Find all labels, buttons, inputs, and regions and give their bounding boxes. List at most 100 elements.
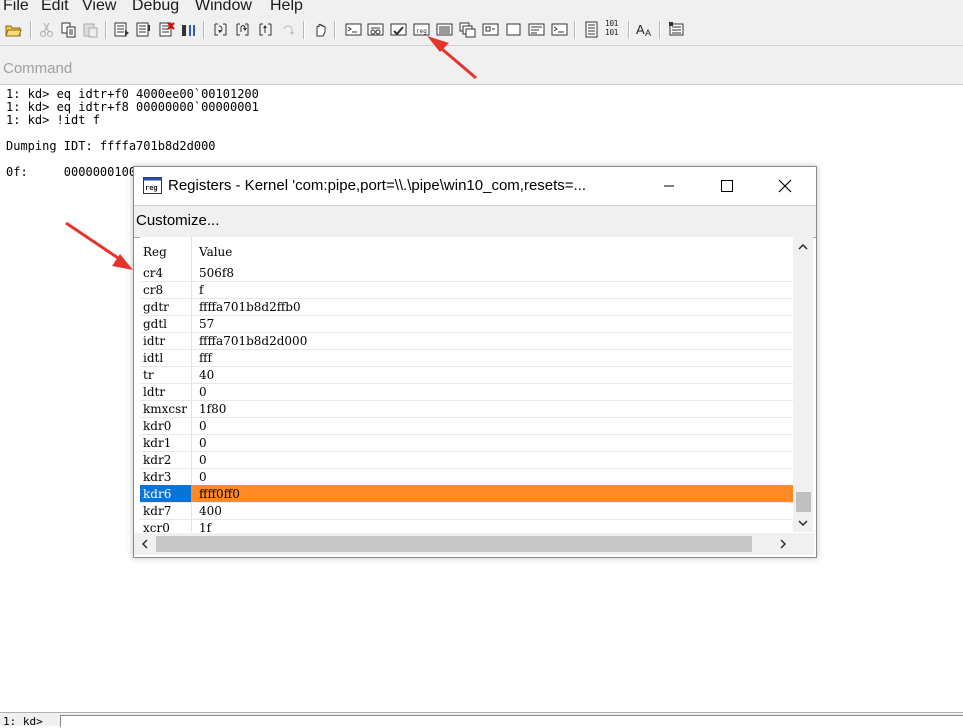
registers-grid[interactable]: Reg Value cr4 506f8 cr8 f gdtr ffffa701b8d2ff… [140, 237, 793, 532]
register-row[interactable]: cr4 506f8 [140, 264, 793, 282]
customize-bar: Customize... [134, 205, 816, 238]
scrollbar-corner [793, 533, 814, 555]
register-row[interactable]: kdr7 400 [140, 502, 793, 520]
registers-title-bar[interactable]: reg Registers - Kernel 'com:pipe,port=\\… [134, 167, 816, 204]
run-to-cursor-icon[interactable] [280, 21, 297, 38]
register-value[interactable]: 1f [199, 521, 211, 532]
register-row[interactable]: idtr ffffa701b8d2d000 [140, 332, 793, 350]
register-value[interactable]: 40 [199, 368, 214, 382]
menu-edit[interactable]: Edit [41, 0, 69, 15]
register-row[interactable]: kdr2 0 [140, 451, 793, 469]
register-row[interactable]: gdtl 57 [140, 315, 793, 333]
register-value[interactable]: 400 [199, 504, 222, 518]
scroll-down-icon[interactable] [793, 514, 813, 532]
register-value[interactable]: 0 [199, 436, 207, 450]
register-row[interactable]: idtl fff [140, 349, 793, 367]
register-name: idtl [143, 351, 164, 365]
register-name: kdr2 [143, 453, 172, 467]
register-row[interactable]: xcr0 1f [140, 519, 793, 532]
output-line: Dumping IDT: ffffa701b8d2d000 [6, 139, 216, 153]
register-row[interactable]: kdr3 0 [140, 468, 793, 486]
cut-icon[interactable] [38, 21, 55, 38]
register-value[interactable]: ffffa701b8d2ffb0 [199, 300, 301, 314]
menu-debug[interactable]: Debug [132, 0, 179, 15]
command-window-icon[interactable] [345, 21, 362, 38]
stop-debugging-icon[interactable] [158, 21, 175, 38]
vertical-scroll-thumb[interactable] [796, 492, 811, 512]
menu-view[interactable]: View [82, 0, 116, 15]
register-value[interactable]: ffff0ff0 [199, 487, 240, 501]
registers-window[interactable]: reg Registers - Kernel 'com:pipe,port=\\… [133, 166, 817, 558]
toolbar: reg 101 101 AA [0, 15, 963, 46]
call-stack-icon[interactable] [459, 21, 476, 38]
register-value[interactable]: f [199, 283, 203, 297]
register-row[interactable]: ldtr 0 [140, 383, 793, 401]
register-name: kdr1 [143, 436, 172, 450]
paste-icon[interactable] [82, 21, 99, 38]
binary-display-text[interactable]: 101 101 [605, 19, 618, 37]
register-value[interactable]: fff [199, 351, 212, 365]
menu-bar: File Edit View Debug Window Help [0, 0, 963, 15]
step-over-icon[interactable] [234, 21, 251, 38]
register-name: kdr7 [143, 504, 172, 518]
register-value[interactable]: 506f8 [199, 266, 234, 280]
register-row[interactable]: kdr1 0 [140, 434, 793, 452]
hex-display-icon[interactable] [583, 21, 600, 38]
command-input[interactable] [60, 715, 963, 727]
options-icon[interactable] [668, 21, 685, 38]
minimize-button[interactable] [640, 167, 698, 204]
close-button[interactable] [756, 167, 814, 204]
register-value[interactable]: 0 [199, 419, 207, 433]
register-name: tr [143, 368, 154, 382]
register-row[interactable]: gdtr ffffa701b8d2ffb0 [140, 298, 793, 316]
open-icon[interactable] [5, 21, 22, 38]
locals-window-icon[interactable] [390, 21, 407, 38]
menu-window[interactable]: Window [195, 0, 252, 15]
menu-help[interactable]: Help [270, 0, 303, 15]
menu-file[interactable]: File [3, 0, 29, 15]
customize-button[interactable]: Customize... [136, 212, 219, 229]
vertical-scrollbar[interactable] [793, 237, 813, 532]
horizontal-scroll-thumb[interactable] [156, 536, 752, 552]
scratch-pad-icon[interactable] [505, 21, 522, 38]
go-icon[interactable] [113, 21, 130, 38]
register-row[interactable]: cr8 f [140, 281, 793, 299]
close-icon [778, 179, 792, 192]
register-name: cr4 [143, 266, 164, 280]
break-icon[interactable] [180, 21, 197, 38]
step-out-icon[interactable] [257, 21, 274, 38]
registers-header-row: Reg Value [140, 240, 793, 261]
restart-icon[interactable] [135, 21, 152, 38]
column-header-reg: Reg [143, 245, 167, 259]
copy-icon[interactable] [60, 21, 77, 38]
register-value[interactable]: 0 [199, 470, 207, 484]
register-row[interactable]: kmxcsr 1f80 [140, 400, 793, 418]
scroll-left-icon[interactable] [134, 533, 154, 555]
register-value[interactable]: 0 [199, 453, 207, 467]
register-value[interactable]: 0 [199, 385, 207, 399]
memory-window-icon[interactable] [436, 21, 453, 38]
disassembly-icon[interactable] [482, 21, 499, 38]
horizontal-scrollbar[interactable] [134, 533, 793, 555]
register-row[interactable]: tr 40 [140, 366, 793, 384]
scroll-right-icon[interactable] [773, 533, 793, 555]
scroll-up-icon[interactable] [793, 237, 813, 255]
source-mode-toggle-icon[interactable] [551, 21, 568, 38]
register-name: kmxcsr [143, 402, 188, 416]
registers-window-icon[interactable]: reg [413, 21, 430, 38]
font-icon[interactable]: AA [636, 21, 653, 38]
register-row[interactable]: kdr6 ffff0ff0 [140, 485, 793, 503]
register-name: gdtl [143, 317, 168, 331]
maximize-icon [721, 179, 733, 192]
processes-threads-icon[interactable] [528, 21, 545, 38]
watch-window-icon[interactable] [367, 21, 384, 38]
column-header-value: Value [199, 245, 233, 259]
register-row[interactable]: kdr0 0 [140, 417, 793, 435]
step-into-icon[interactable] [212, 21, 229, 38]
source-mode-icon[interactable] [312, 21, 329, 38]
maximize-button[interactable] [698, 167, 756, 204]
register-value[interactable]: 57 [199, 317, 214, 331]
register-value[interactable]: 1f80 [199, 402, 226, 416]
registers-title: Registers - Kernel 'com:pipe,port=\\.\pi… [168, 177, 587, 194]
register-value[interactable]: ffffa701b8d2d000 [199, 334, 307, 348]
